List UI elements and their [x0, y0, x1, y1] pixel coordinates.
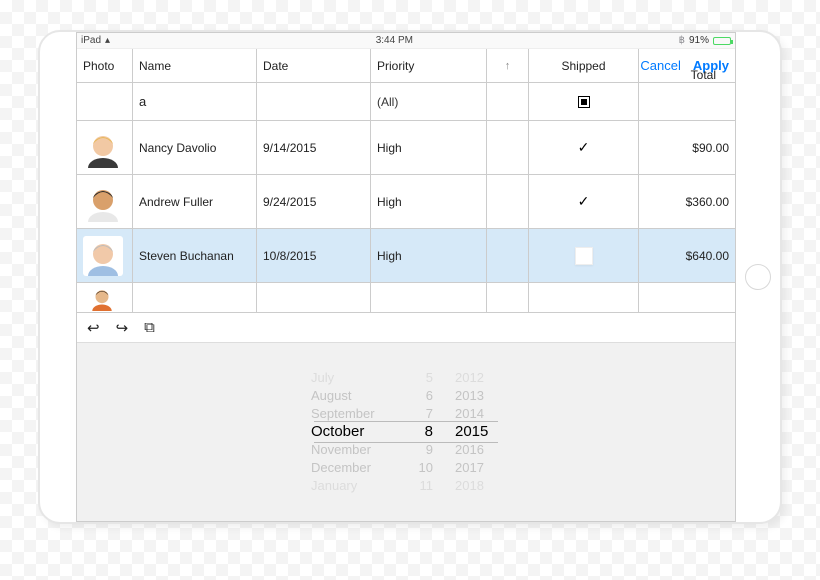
avatar	[83, 285, 121, 311]
picker-option[interactable]: January	[311, 477, 357, 495]
cell-shipped[interactable]	[529, 229, 639, 282]
column-header-name[interactable]: Name	[133, 49, 257, 82]
cell-total: $90.00	[639, 121, 736, 174]
day-wheel[interactable]: 567891011	[409, 369, 433, 495]
filter-date-input[interactable]	[257, 83, 371, 120]
month-wheel[interactable]: JulyAugustSeptemberOctoberNovemberDecemb…	[311, 369, 387, 495]
cell-date: 9/14/2015	[257, 121, 371, 174]
filter-shipped-checkbox[interactable]	[529, 83, 639, 120]
cancel-button[interactable]: Cancel	[640, 58, 680, 73]
cell-date: 9/24/2015	[257, 175, 371, 228]
filter-priority-select[interactable]: (All)	[371, 83, 487, 120]
table-row[interactable]: Andrew Fuller 9/24/2015 High ✓ $360.00	[77, 175, 735, 229]
picker-option[interactable]: 2017	[455, 459, 484, 477]
column-header-total[interactable]: Total	[691, 68, 716, 82]
picker-option[interactable]: September	[311, 405, 375, 423]
table-row[interactable]: Steven Buchanan 10/8/2015 High $640.00	[77, 229, 735, 283]
device-label: iPad	[81, 35, 101, 46]
cell-priority: High	[371, 229, 487, 282]
edit-toolbar: ↩ ↪ ⧉	[77, 313, 735, 343]
column-header-shipped[interactable]: Shipped	[529, 49, 639, 82]
picker-option[interactable]: 2016	[455, 441, 484, 459]
cell-name: Nancy Davolio	[133, 121, 257, 174]
cell-photo	[77, 283, 133, 312]
picker-option[interactable]: 6	[426, 387, 433, 405]
cell-priority: High	[371, 175, 487, 228]
table-row[interactable]: Nancy Davolio 9/14/2015 High ✓ $90.00	[77, 121, 735, 175]
picker-option[interactable]: 2012	[455, 369, 484, 387]
cell-total: $360.00	[639, 175, 736, 228]
checkbox-empty-icon	[575, 247, 593, 265]
filter-row: a (All)	[77, 83, 735, 121]
column-sort-indicator[interactable]: ↑	[487, 49, 529, 82]
copy-button[interactable]: ⧉	[144, 319, 155, 336]
status-bar: iPad ▴ 3:44 PM ฿ 91%	[77, 33, 735, 49]
picker-option[interactable]: August	[311, 387, 351, 405]
cell-total: $640.00	[639, 229, 736, 282]
table-body: Nancy Davolio 9/14/2015 High ✓ $90.00 An…	[77, 121, 735, 313]
cell-shipped[interactable]: ✓	[529, 121, 639, 174]
picker-option[interactable]: 2013	[455, 387, 484, 405]
avatar	[83, 182, 123, 222]
cell-shipped[interactable]: ✓	[529, 175, 639, 228]
picker-option[interactable]: 2014	[455, 405, 484, 423]
cell-name: Andrew Fuller	[133, 175, 257, 228]
checkmark-icon: ✓	[535, 193, 632, 210]
column-header-date[interactable]: Date	[257, 49, 371, 82]
column-header-photo[interactable]: Photo	[77, 49, 133, 82]
battery-percent: 91%	[689, 35, 709, 46]
cell-priority: High	[371, 121, 487, 174]
indeterminate-checkbox-icon	[578, 96, 590, 108]
picker-option[interactable]: 7	[426, 405, 433, 423]
table-header: Photo Name Date Priority ↑ Shipped Cance…	[77, 49, 735, 83]
cell-photo	[77, 175, 133, 228]
cell-date: 10/8/2015	[257, 229, 371, 282]
filter-photo	[77, 83, 133, 120]
picker-option[interactable]: November	[311, 441, 371, 459]
filter-sort-spacer	[487, 83, 529, 120]
picker-option[interactable]: December	[311, 459, 371, 477]
avatar	[83, 128, 123, 168]
cell-sort-spacer	[487, 121, 529, 174]
picker-option[interactable]: 9	[426, 441, 433, 459]
checkmark-icon: ✓	[535, 139, 632, 156]
year-wheel[interactable]: 2012201320142015201620172018	[455, 369, 501, 495]
picker-option[interactable]: 8	[425, 423, 433, 441]
filter-name-input[interactable]: a	[133, 83, 257, 120]
picker-option[interactable]: 10	[419, 459, 433, 477]
picker-option[interactable]: 5	[426, 369, 433, 387]
cell-photo	[77, 121, 133, 174]
clock: 3:44 PM	[110, 35, 679, 46]
picker-option[interactable]: July	[311, 369, 334, 387]
cell-sort-spacer	[487, 175, 529, 228]
undo-button[interactable]: ↩	[87, 319, 100, 337]
picker-option[interactable]: 2015	[455, 423, 488, 441]
cell-photo	[77, 229, 133, 282]
avatar	[83, 236, 123, 276]
picker-option[interactable]: October	[311, 423, 364, 441]
battery-icon	[713, 37, 731, 45]
home-button[interactable]	[745, 264, 771, 290]
redo-button[interactable]: ↪	[116, 319, 129, 337]
cell-name: Steven Buchanan	[133, 229, 257, 282]
bluetooth-icon: ฿	[679, 35, 685, 46]
cell-sort-spacer	[487, 229, 529, 282]
filter-total	[639, 83, 736, 120]
table-row[interactable]	[77, 283, 735, 313]
sort-arrow-up-icon: ↑	[493, 60, 522, 72]
picker-option[interactable]: 11	[420, 477, 434, 495]
column-header-priority[interactable]: Priority	[371, 49, 487, 82]
date-picker[interactable]: JulyAugustSeptemberOctoberNovemberDecemb…	[77, 343, 735, 521]
picker-option[interactable]: 2018	[455, 477, 484, 495]
